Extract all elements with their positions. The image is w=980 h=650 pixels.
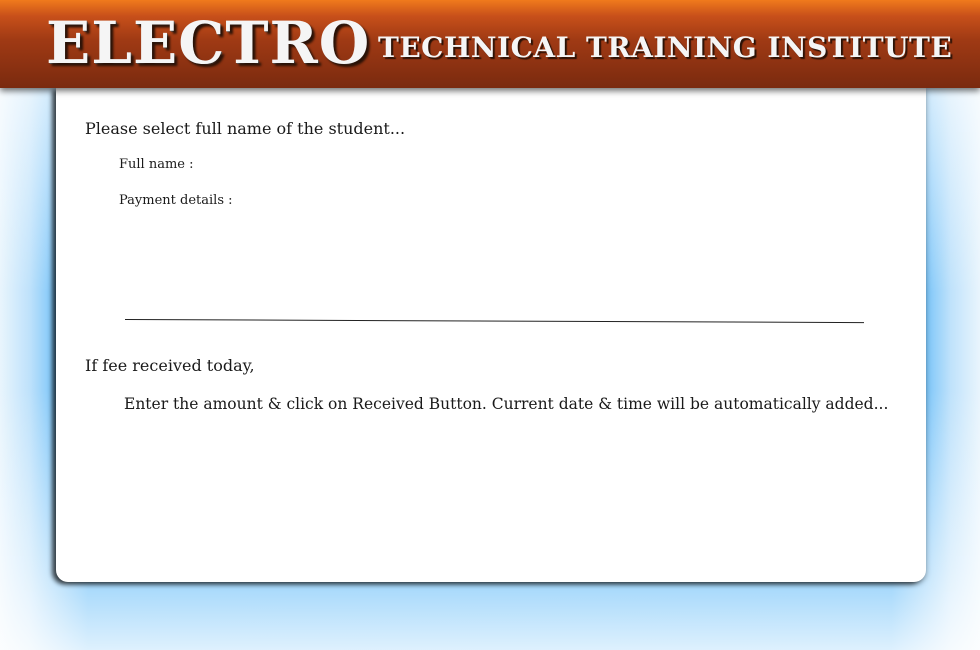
institute-tagline: TECHNICAL TRAINING INSTITUTE: [378, 31, 953, 64]
payment-details-label: Payment details :: [119, 193, 233, 208]
section-divider: [124, 319, 864, 324]
fee-received-heading: If fee received today,: [85, 356, 255, 375]
fee-instruction-text: Enter the amount & click on Received But…: [124, 395, 889, 413]
student-select-prompt: Please select full name of the student..…: [85, 119, 406, 138]
site-header: ELECTRO TECHNICAL TRAINING INSTITUTE: [0, 0, 980, 88]
full-name-label: Full name :: [119, 157, 194, 172]
brand-logo-text: ELECTRO: [46, 9, 371, 77]
content-panel: Please select full name of the student..…: [56, 88, 926, 582]
